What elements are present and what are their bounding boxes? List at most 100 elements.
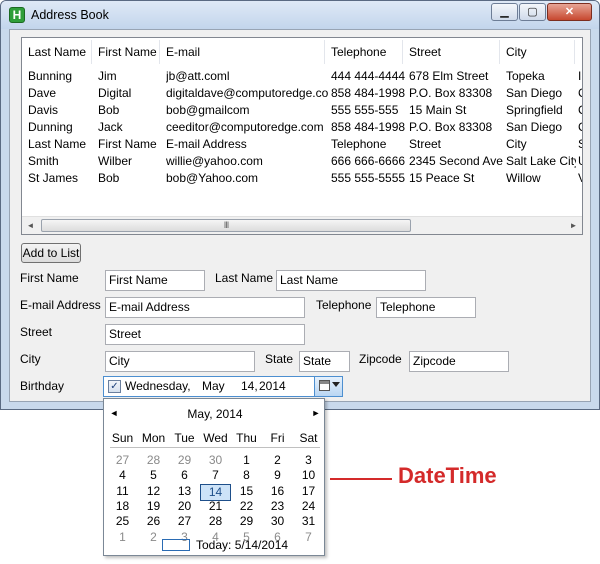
cell-street: 678 Elm Street bbox=[409, 69, 489, 83]
calendar-dropdown-button[interactable] bbox=[314, 377, 342, 396]
column-header-first-name[interactable]: First Name bbox=[92, 40, 160, 64]
birthday-datetime-picker[interactable]: ✓ Wednesday, May 14, 2014 bbox=[103, 376, 343, 397]
cell-last-name: Davis bbox=[28, 103, 59, 117]
scroll-thumb[interactable]: III bbox=[41, 219, 411, 232]
maximize-button[interactable]: ▢ bbox=[519, 3, 546, 21]
calendar-day[interactable]: 22 bbox=[231, 499, 262, 514]
calendar-day[interactable]: 30 bbox=[200, 453, 231, 468]
contacts-listview[interactable]: Last Name First Name E-mail Telephone St… bbox=[21, 37, 583, 235]
cell-overflow: V bbox=[578, 170, 582, 187]
table-row[interactable]: Davis Bob bob@gmailcom 555 555-555 15 Main S… bbox=[22, 102, 582, 119]
table-row[interactable]: Smith Wilber willie@yahoo.com 666 666-6666 2… bbox=[22, 153, 582, 170]
title-bar[interactable]: H Address Book ▁ ▢ ✕ bbox=[1, 1, 599, 29]
table-row[interactable]: Dunning Jack ceeditor@computoredge.com 858 … bbox=[22, 119, 582, 136]
calendar-month-title[interactable]: May, 2014 bbox=[104, 407, 326, 421]
table-row[interactable]: St James Bob bob@Yahoo.com 555 555-5555 15 P… bbox=[22, 170, 582, 187]
last-name-input[interactable]: Last Name bbox=[276, 270, 426, 291]
first-name-input[interactable]: First Name bbox=[105, 270, 205, 291]
add-to-list-button[interactable]: Add to List bbox=[21, 243, 81, 263]
calendar-day[interactable]: 15 bbox=[231, 484, 262, 499]
cell-telephone: 858 484-1998 bbox=[331, 120, 406, 134]
calendar-day[interactable]: 21 bbox=[200, 499, 231, 514]
calendar-day[interactable]: 7 bbox=[200, 468, 231, 483]
calendar-day[interactable]: 10 bbox=[293, 468, 324, 483]
datetime-weekday[interactable]: Wednesday, bbox=[125, 379, 191, 393]
cell-overflow: I bbox=[578, 69, 582, 83]
cell-telephone: Telephone bbox=[331, 137, 387, 151]
calendar-day[interactable]: 26 bbox=[138, 514, 169, 529]
calendar-day[interactable]: 28 bbox=[200, 514, 231, 529]
datetime-day[interactable]: 14, bbox=[241, 379, 258, 393]
cell-overflow: S bbox=[578, 136, 582, 153]
calendar-day[interactable]: 17 bbox=[293, 484, 324, 499]
calendar-day[interactable]: 20 bbox=[169, 499, 200, 514]
calendar-day[interactable]: 12 bbox=[138, 484, 169, 499]
table-row[interactable]: Bunning Jim jb@att.coml 444 444-4444 678 Elm… bbox=[22, 68, 582, 85]
datetime-year[interactable]: 2014 bbox=[259, 379, 286, 393]
street-input[interactable]: Street bbox=[105, 324, 305, 345]
zipcode-input[interactable]: Zipcode bbox=[409, 351, 509, 372]
scroll-right-arrow[interactable]: ► bbox=[565, 217, 582, 234]
calendar-day[interactable]: 28 bbox=[138, 453, 169, 468]
table-row[interactable]: Dave Digital digitaldave@computoredge.com 8… bbox=[22, 85, 582, 102]
close-button[interactable]: ✕ bbox=[547, 3, 592, 21]
state-input[interactable]: State bbox=[299, 351, 350, 372]
column-header-street[interactable]: Street bbox=[403, 40, 500, 64]
cell-city: Salt Lake City bbox=[506, 154, 576, 168]
email-input[interactable]: E-mail Address bbox=[105, 297, 305, 318]
calendar-day[interactable]: 27 bbox=[169, 514, 200, 529]
next-month-arrow[interactable]: ► bbox=[310, 408, 322, 418]
calendar-day[interactable]: 2 bbox=[262, 453, 293, 468]
calendar-day[interactable]: 4 bbox=[107, 468, 138, 483]
cell-telephone: 555 555-5555 bbox=[331, 171, 406, 185]
calendar-day[interactable]: 31 bbox=[293, 514, 324, 529]
today-link[interactable]: Today: 5/14/2014 bbox=[196, 538, 288, 552]
datetime-month[interactable]: May bbox=[202, 379, 225, 393]
calendar-day[interactable]: 16 bbox=[262, 484, 293, 499]
calendar-day[interactable]: 3 bbox=[293, 453, 324, 468]
column-header-last-name[interactable]: Last Name bbox=[22, 40, 92, 64]
minimize-button[interactable]: ▁ bbox=[491, 3, 518, 21]
cell-email: bob@gmailcom bbox=[166, 103, 250, 117]
column-header-email[interactable]: E-mail bbox=[160, 40, 325, 64]
city-input[interactable]: City bbox=[105, 351, 255, 372]
calendar-day[interactable]: 9 bbox=[262, 468, 293, 483]
telephone-input[interactable]: Telephone bbox=[376, 297, 476, 318]
cell-city: San Diego bbox=[506, 120, 563, 134]
app-window: H Address Book ▁ ▢ ✕ Last Name First Nam… bbox=[0, 0, 600, 410]
calendar-day[interactable]: 24 bbox=[293, 499, 324, 514]
street-label: Street bbox=[20, 325, 53, 339]
scroll-left-arrow[interactable]: ◄ bbox=[22, 217, 39, 234]
cell-last-name: Smith bbox=[28, 154, 59, 168]
calendar-day[interactable]: 29 bbox=[169, 453, 200, 468]
calendar-day[interactable]: 6 bbox=[169, 468, 200, 483]
calendar-day[interactable]: 23 bbox=[262, 499, 293, 514]
telephone-label: Telephone bbox=[316, 298, 372, 312]
calendar-day[interactable]: 7 bbox=[293, 530, 324, 545]
calendar-day[interactable]: 13 bbox=[169, 484, 200, 499]
birthday-checkbox[interactable]: ✓ bbox=[108, 380, 121, 393]
cell-last-name: Last Name bbox=[28, 137, 87, 151]
cell-city: Willow bbox=[506, 171, 541, 185]
cell-street: 15 Main St bbox=[409, 103, 467, 117]
calendar-day[interactable]: 29 bbox=[231, 514, 262, 529]
calendar-day[interactable]: 1 bbox=[107, 530, 138, 545]
column-header-telephone[interactable]: Telephone bbox=[325, 40, 403, 64]
calendar-day[interactable]: 5 bbox=[138, 468, 169, 483]
cell-email: jb@att.coml bbox=[166, 69, 230, 83]
city-label: City bbox=[20, 352, 41, 366]
calendar-day[interactable]: 25 bbox=[107, 514, 138, 529]
cell-first-name: Jack bbox=[98, 120, 123, 134]
calendar-day[interactable]: 1 bbox=[231, 453, 262, 468]
calendar-day[interactable]: 8 bbox=[231, 468, 262, 483]
calendar-day[interactable]: 18 bbox=[107, 499, 138, 514]
horizontal-scrollbar[interactable]: ◄ III ► bbox=[22, 216, 582, 234]
column-header-city[interactable]: City bbox=[500, 40, 575, 64]
cell-telephone: 555 555-555 bbox=[331, 103, 399, 117]
calendar-day[interactable]: 11 bbox=[107, 484, 138, 499]
calendar-day[interactable]: 19 bbox=[138, 499, 169, 514]
calendar-day[interactable]: 30 bbox=[262, 514, 293, 529]
calendar-day[interactable]: 27 bbox=[107, 453, 138, 468]
table-row[interactable]: Last Name First Name E-mail Address Telepho… bbox=[22, 136, 582, 153]
cell-telephone: 444 444-4444 bbox=[331, 69, 406, 83]
